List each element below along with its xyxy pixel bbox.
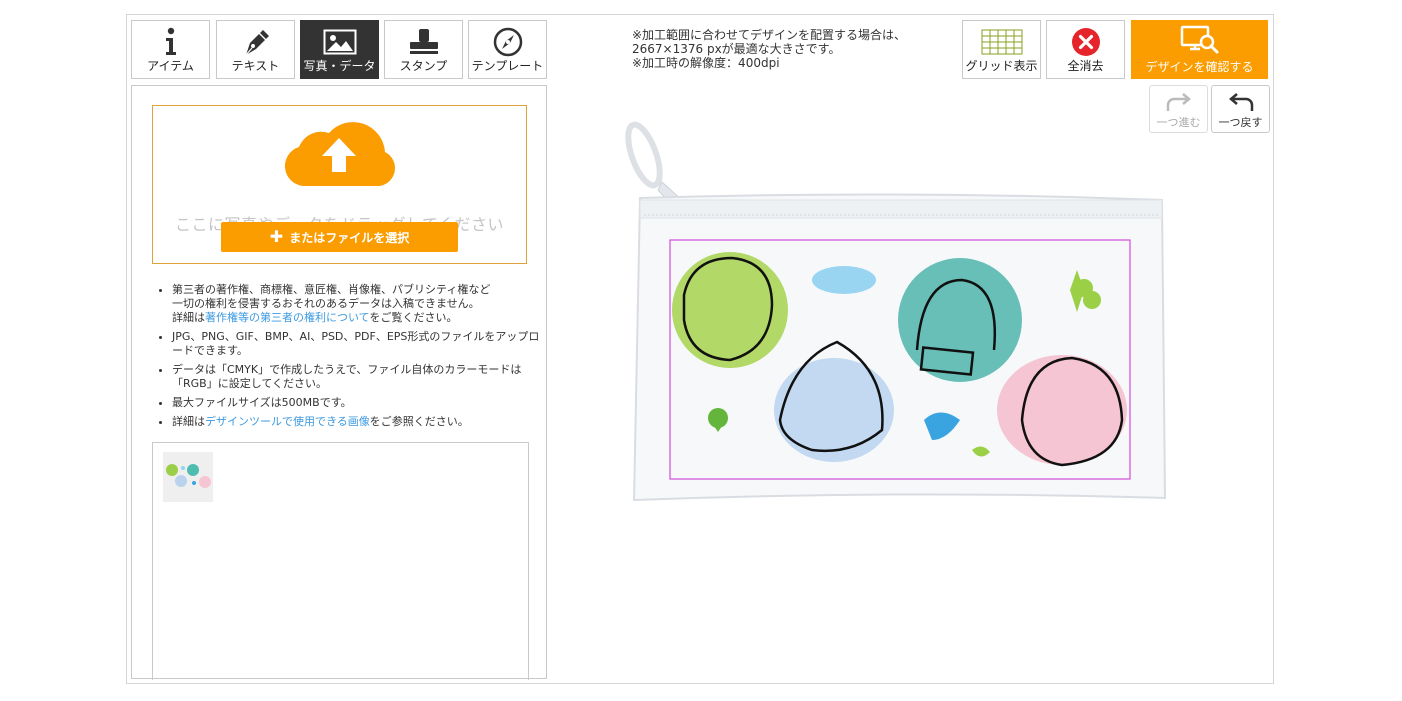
tab-label: 写真・データ [303,59,376,73]
product-preview[interactable] [622,120,1170,505]
pen-icon [217,25,294,59]
grid-toggle-button[interactable]: グリッド表示 [962,20,1041,79]
plus-icon: ✚ [269,227,284,246]
tab-text[interactable]: テキスト [216,20,295,79]
tab-photo-data[interactable]: 写真・データ [300,20,379,79]
note-line: 2667×1376 pxが最適な大きさです。 [632,42,841,56]
clear-label: 全消去 [1067,59,1104,73]
undo-icon [1212,89,1269,117]
rule-text: 第三者の著作権、商標権、意匠権、肖像権、パブリシティ権など [172,283,491,296]
tab-label: スタンプ [399,59,448,73]
usable-images-link[interactable]: デザインツールで使用できる画像 [205,415,370,428]
uploaded-images-gallery [152,442,529,680]
tab-template[interactable]: テンプレート [468,20,547,79]
close-icon [1047,25,1124,59]
rule-item: 詳細はデザインツールで使用できる画像をご参照ください。 [172,415,547,429]
rule-text: 詳細は [172,415,205,428]
tab-label: テンプレート [471,59,544,73]
undo-button[interactable]: 一つ戻す [1211,85,1270,133]
template-icon [469,25,546,59]
rule-text: をご参照ください。 [369,415,469,428]
rule-text: をご覧ください。 [369,311,458,324]
stamp-icon [385,25,462,59]
rule-item: データは「CMYK」で作成したうえで、ファイル自体のカラーモードは「RGB」に設… [172,363,547,391]
uploaded-image-thumbnail[interactable] [163,452,213,502]
rule-text: 詳細は [172,311,205,324]
upload-dropzone[interactable]: ここに写真やデータをドラッグしてください ✚ またはファイルを選択 [152,105,527,264]
confirm-design-button[interactable]: デザインを確認する [1131,20,1268,79]
rule-item: 第三者の著作権、商標権、意匠権、肖像権、パブリシティ権など 一切の権利を侵害する… [172,283,547,325]
info-icon [132,25,209,59]
select-file-label: またはファイルを選択 [289,230,410,245]
select-file-button[interactable]: ✚ またはファイルを選択 [221,222,458,252]
confirm-label: デザインを確認する [1145,60,1254,74]
grid-label: グリッド表示 [965,59,1038,73]
upload-cloud-icon [281,114,397,192]
rule-text: 最大ファイルサイズは500MBです。 [172,396,352,409]
grid-icon [963,25,1040,59]
upload-rules: 第三者の著作権、商標権、意匠権、肖像権、パブリシティ権など 一切の権利を侵害する… [154,283,547,434]
tab-label: テキスト [231,59,280,73]
copyright-link[interactable]: 著作権等の第三者の権利について [205,311,369,324]
rule-text: JPG、PNG、GIF、BMP、AI、PSD、PDF、EPS形式のファイルをアッ… [172,330,540,357]
rule-text: データは「CMYK」で作成したうえで、ファイル自体のカラーモードは「RGB」に設… [172,363,522,390]
preview-icon [1131,24,1268,56]
size-notes: ※加工範囲に合わせてデザインを配置する場合は、 2667×1376 pxが最適な… [632,28,906,70]
note-line: ※加工範囲に合わせてデザインを配置する場合は、 [632,28,907,42]
rule-item: 最大ファイルサイズは500MBです。 [172,396,547,410]
rule-item: JPG、PNG、GIF、BMP、AI、PSD、PDF、EPS形式のファイルをアッ… [172,330,547,358]
tab-stamp[interactable]: スタンプ [384,20,463,79]
tab-item[interactable]: アイテム [131,20,210,79]
rule-text: 一切の権利を侵害するおそれのあるデータは入稿できません。 [172,297,480,310]
undo-label: 一つ戻す [1218,116,1263,129]
clear-all-button[interactable]: 全消去 [1046,20,1125,79]
tab-label: アイテム [147,59,194,73]
photo-data-panel: ここに写真やデータをドラッグしてください ✚ またはファイルを選択 第三者の著作… [131,85,547,680]
image-icon [301,25,378,59]
note-line: ※加工時の解像度：400dpi [632,56,780,70]
redo-icon [1150,89,1207,117]
